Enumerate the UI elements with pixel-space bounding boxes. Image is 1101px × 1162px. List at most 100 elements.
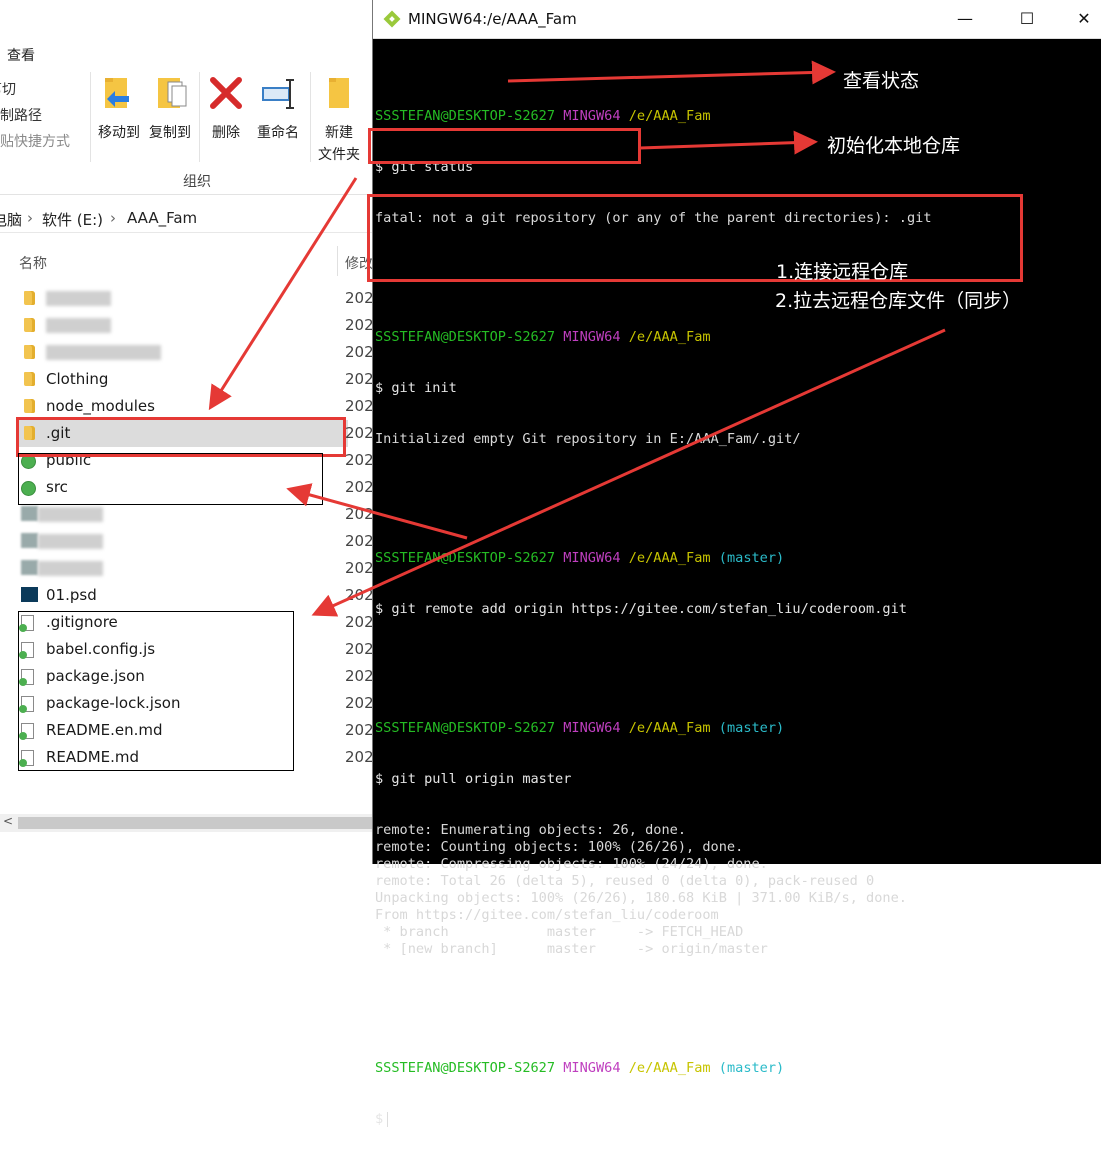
file-row[interactable]: 202 (18, 555, 374, 582)
prompt-line: SSSTEFAN@DESKTOP-S2627 MINGW64 /e/AAA_Fa… (375, 550, 785, 566)
file-icon (19, 615, 34, 632)
folder-icon (24, 372, 35, 386)
command-output: fatal: not a git repository (or any of t… (375, 210, 932, 226)
file-row[interactable]: 202 (18, 312, 374, 339)
command-git-remote-add: $ git remote add origin https://gitee.co… (375, 601, 907, 617)
file-row[interactable]: 01.psd 202 (18, 582, 374, 609)
redacted-name (38, 534, 103, 549)
file-name: package-lock.json (46, 694, 181, 712)
file-row[interactable]: package.json 202 (18, 663, 374, 690)
folder-icon (24, 291, 35, 305)
file-name: babel.config.js (46, 640, 156, 658)
file-row[interactable]: node_modules 202 (18, 393, 374, 420)
new-folder-button[interactable]: 新建 文件夹 (313, 74, 365, 164)
file-row[interactable]: babel.config.js 202 (18, 636, 374, 663)
terminal-title-bar[interactable]: MINGW64:/e/AAA_Fam — ☐ ✕ (373, 0, 1101, 39)
file-row[interactable]: README.md 202 (18, 744, 374, 771)
file-row[interactable]: src 202 (18, 474, 374, 501)
column-divider[interactable] (337, 246, 338, 276)
breadcrumb-pc[interactable]: 电脑 (0, 209, 22, 230)
file-row[interactable]: 202 (18, 528, 374, 555)
prompt-line: SSSTEFAN@DESKTOP-S2627 MINGW64 /e/AAA_Fa… (375, 720, 785, 736)
file-name: README.en.md (46, 721, 163, 739)
new-folder-label-1: 新建 (325, 125, 353, 141)
git-bash-icon (383, 10, 401, 28)
file-row[interactable]: 202 (18, 339, 374, 366)
git-status-folder-icon (21, 481, 36, 496)
close-icon[interactable]: ✕ (1064, 5, 1101, 33)
file-date: 202 (345, 478, 374, 496)
file-date: 202 (345, 397, 374, 415)
pull-output-line: From https://gitee.com/stefan_liu/codero… (375, 907, 719, 923)
copy-path-button[interactable]: 复制路径 (0, 105, 42, 125)
ribbon-group-organize: 组织 (183, 174, 211, 190)
folder-icon (24, 345, 35, 359)
minimize-icon[interactable]: — (945, 5, 985, 33)
maximize-icon[interactable]: ☐ (1007, 5, 1047, 33)
file-date: 202 (345, 505, 374, 523)
file-name: src (46, 478, 68, 496)
ribbon-tab-view[interactable]: 查看 (7, 45, 35, 65)
column-header-name[interactable]: 名称 (19, 253, 47, 273)
new-folder-label-2: 文件夹 (318, 147, 360, 163)
text-cursor (387, 1111, 389, 1127)
command-git-init: $ git init (375, 380, 457, 396)
file-name: public (46, 451, 92, 469)
file-name: .git (46, 424, 71, 442)
file-name: .gitignore (46, 613, 118, 631)
file-name: Clothing (46, 370, 109, 388)
file-row[interactable]: 202 (18, 501, 374, 528)
terminal-output[interactable]: SSSTEFAN@DESKTOP-S2627 MINGW64 /e/AAA_Fa… (375, 57, 1100, 1162)
rename-button[interactable]: 重命名 (250, 74, 306, 142)
file-date: 202 (345, 370, 374, 388)
current-prompt[interactable]: $ (375, 1111, 1100, 1128)
rename-label: 重命名 (257, 125, 299, 141)
file-row[interactable]: package-lock.json 202 (18, 690, 374, 717)
scroll-left-icon[interactable]: < (3, 814, 13, 828)
file-row[interactable]: .gitignore 202 (18, 609, 374, 636)
file-name: README.md (46, 748, 140, 766)
scrollbar-thumb[interactable] (18, 817, 373, 829)
command-output: Initialized empty Git repository in E:/A… (375, 431, 801, 447)
psd-file-icon (21, 587, 38, 602)
file-date: 202 (345, 640, 374, 658)
file-date: 202 (345, 667, 374, 685)
address-bar[interactable]: 电脑 › 软件 (E:) › AAA_Fam (0, 204, 380, 233)
file-row[interactable]: .git 202 (18, 420, 374, 447)
file-icon (19, 669, 34, 686)
command-git-pull: $ git pull origin master (375, 771, 572, 787)
file-date: 202 (345, 613, 374, 631)
file-date: 202 (345, 748, 374, 766)
file-icon (21, 506, 38, 521)
redacted-name (38, 507, 103, 522)
terminal-window[interactable]: MINGW64:/e/AAA_Fam — ☐ ✕ SSSTEFAN@DESKTO… (372, 0, 1101, 1127)
file-date: 202 (345, 343, 374, 361)
file-row[interactable]: 202 (18, 285, 374, 312)
delete-icon (210, 77, 242, 109)
file-icon (19, 696, 34, 713)
move-to-button[interactable]: 移动到 (94, 74, 144, 142)
breadcrumb-drive[interactable]: 软件 (E:) (42, 209, 103, 230)
file-row[interactable]: Clothing 202 (18, 366, 374, 393)
folder-icon (24, 318, 35, 332)
breadcrumb-folder[interactable]: AAA_Fam (127, 209, 197, 227)
prompt-line: SSSTEFAN@DESKTOP-S2627 MINGW64 /e/AAA_Fa… (375, 329, 711, 345)
prompt-line: SSSTEFAN@DESKTOP-S2627 MINGW64 /e/AAA_Fa… (375, 108, 711, 124)
file-icon (19, 642, 34, 659)
ribbon-separator (90, 72, 91, 162)
cut-button[interactable]: 剪切 (0, 79, 16, 99)
paste-shortcut-button[interactable]: 粘贴快捷方式 (0, 131, 70, 151)
file-icon (19, 723, 34, 740)
file-row[interactable]: README.en.md 202 (18, 717, 374, 744)
delete-button[interactable]: 删除 (204, 74, 248, 142)
copy-to-button[interactable]: 复制到 (145, 74, 195, 142)
pull-output-line: remote: Total 26 (delta 5), reused 0 (de… (375, 873, 875, 889)
file-row[interactable]: public 202 (18, 447, 374, 474)
file-date: 202 (345, 424, 374, 442)
file-date: 202 (345, 316, 374, 334)
horizontal-scrollbar[interactable]: < (0, 814, 380, 832)
column-header-modified[interactable]: 修改 (345, 253, 373, 273)
chevron-right-icon: › (110, 209, 116, 227)
folder-icon (24, 426, 35, 440)
ribbon: 剪切 复制路径 粘贴快捷方式 移动到 复制到 (0, 66, 380, 195)
